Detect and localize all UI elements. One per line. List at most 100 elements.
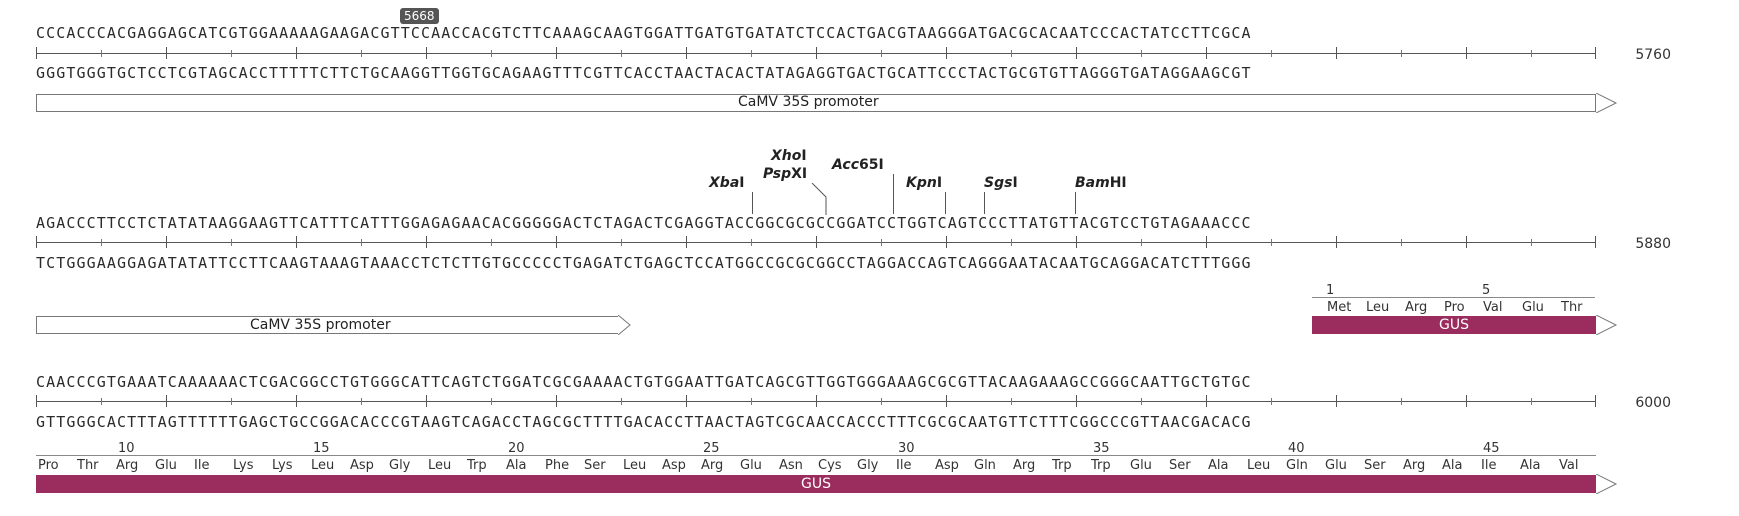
- aa-number: 1: [1326, 283, 1335, 298]
- amino-acid: Gly: [857, 458, 879, 473]
- ruler-tick: [946, 395, 947, 407]
- ruler-tick: [1206, 395, 1207, 407]
- amino-acid: Ser: [584, 458, 606, 473]
- amino-acid: Arg: [1403, 458, 1426, 473]
- amino-acid: Leu: [1366, 300, 1390, 315]
- amino-acid: Trp: [1052, 458, 1072, 473]
- ruler-tick: [1336, 395, 1337, 407]
- enzyme-xhoi[interactable]: XhoI: [771, 148, 807, 164]
- ruler-tick: [296, 236, 297, 248]
- ruler-tick: [426, 236, 427, 248]
- aa-number: 25: [703, 441, 720, 456]
- ruler-tick: [166, 395, 167, 407]
- translation-ruler: [1312, 297, 1595, 298]
- feature-arrow-icon: [618, 315, 631, 335]
- ruler-tick: [751, 239, 752, 246]
- enzyme-name: Bam: [1075, 175, 1110, 191]
- ruler-tick: [1466, 236, 1467, 248]
- amino-acid: Leu: [311, 458, 335, 473]
- ruler-tick: [751, 398, 752, 405]
- gus-feature[interactable]: GUS: [1312, 316, 1596, 334]
- ruler-tick: [1141, 239, 1142, 246]
- ruler-tick: [36, 47, 37, 59]
- ruler-tick: [881, 50, 882, 57]
- ruler-tick: [621, 398, 622, 405]
- ruler-tick: [1076, 47, 1077, 59]
- gus-feature[interactable]: GUS: [36, 475, 1596, 493]
- enzyme-sgsi[interactable]: SgsI: [984, 175, 1018, 191]
- amino-acid: Thr: [1561, 300, 1583, 315]
- position-number: 6000: [1635, 395, 1671, 411]
- enzyme-suffix: I: [739, 175, 745, 191]
- top-strand[interactable]: AGACCCTTCCTCTATATAAGGAAGTTCATTTCATTTGGAG…: [36, 214, 1596, 232]
- amino-acid: Asn: [779, 458, 803, 473]
- amino-acid: Asp: [935, 458, 959, 473]
- cut-site-line: [984, 192, 985, 214]
- ruler-tick: [1271, 239, 1272, 246]
- amino-acid: Pro: [1444, 300, 1465, 315]
- bottom-strand[interactable]: GTTGGGCACTTTAGTTTTTTGAGCTGCCGGACACCCGTAA…: [36, 413, 1596, 431]
- ruler-tick: [166, 47, 167, 59]
- enzyme-suffix: HI: [1109, 175, 1127, 191]
- amino-acid: Leu: [623, 458, 647, 473]
- amino-acid: Glu: [155, 458, 177, 473]
- ruler-tick: [1595, 236, 1596, 248]
- ruler-tick: [491, 239, 492, 246]
- ruler-tick: [816, 395, 817, 407]
- amino-acid: Ala: [506, 458, 527, 473]
- top-strand[interactable]: CCCACCCACGAGGAGCATCGTGGAAAAAGAAGACGTTCCA…: [36, 24, 1596, 42]
- enzyme-suffix: I: [1012, 175, 1018, 191]
- aa-number: 15: [313, 441, 330, 456]
- top-strand[interactable]: CAACCCGTGAAATCAAAAAACTCGACGGCCTGTGGGCATT…: [36, 373, 1596, 391]
- enzyme-kpni[interactable]: KpnI: [906, 175, 942, 191]
- aa-number: 45: [1483, 441, 1500, 456]
- ruler-tick: [816, 47, 817, 59]
- amino-acid: Gly: [389, 458, 411, 473]
- aa-number: 5: [1482, 283, 1491, 298]
- bottom-strand[interactable]: GGGTGGGTGCTCCTCGTAGCACCTTTTTCTTCTGCAAGGT…: [36, 64, 1596, 82]
- aa-number: 40: [1288, 441, 1305, 456]
- enzyme-pspxi[interactable]: PspXI: [763, 166, 807, 182]
- aa-number: 30: [898, 441, 915, 456]
- enzyme-name: Psp: [763, 166, 792, 182]
- ruler-tick: [361, 398, 362, 405]
- cut-site-line: [752, 192, 753, 214]
- amino-acid: Arg: [116, 458, 139, 473]
- ruler: [36, 47, 1596, 59]
- ruler-tick: [556, 395, 557, 407]
- amino-acid: Ser: [1169, 458, 1191, 473]
- feature-label: CaMV 35S promoter: [738, 94, 879, 110]
- bottom-strand[interactable]: TCTGGGAAGGAGATATATTCCTTCAAGTAAAGTAAACCTC…: [36, 254, 1596, 272]
- ruler-tick: [1401, 398, 1402, 405]
- enzyme-name: Acc: [832, 157, 860, 173]
- ruler-tick: [686, 47, 687, 59]
- enzyme-bamhi[interactable]: BamHI: [1075, 175, 1127, 191]
- ruler-tick: [491, 398, 492, 405]
- enzyme-name: Xba: [709, 175, 740, 191]
- ruler-tick: [1336, 47, 1337, 59]
- ruler-tick: [1531, 50, 1532, 57]
- enzyme-xbai[interactable]: XbaI: [709, 175, 744, 191]
- aa-number: 10: [118, 441, 135, 456]
- ruler-tick: [1401, 50, 1402, 57]
- amino-acid: Lys: [272, 458, 293, 473]
- ruler-tick: [1206, 236, 1207, 248]
- ruler-tick: [556, 47, 557, 59]
- enzyme-acc65i[interactable]: Acc65I: [832, 157, 884, 173]
- enzyme-suffix: I: [936, 175, 943, 191]
- amino-acid: Ala: [1208, 458, 1229, 473]
- ruler-tick: [686, 395, 687, 407]
- ruler-tick: [36, 395, 37, 407]
- cut-site-line: [893, 174, 894, 214]
- ruler-tick: [1076, 236, 1077, 248]
- ruler-tick: [621, 239, 622, 246]
- ruler-tick: [296, 47, 297, 59]
- amino-acid: Val: [1483, 300, 1503, 315]
- ruler-tick: [816, 236, 817, 248]
- amino-acid: Ala: [1520, 458, 1541, 473]
- amino-acid: Trp: [1091, 458, 1111, 473]
- amino-acid: Phe: [545, 458, 570, 473]
- amino-acid: Arg: [1013, 458, 1036, 473]
- ruler-tick: [946, 236, 947, 248]
- amino-acid: Glu: [1130, 458, 1152, 473]
